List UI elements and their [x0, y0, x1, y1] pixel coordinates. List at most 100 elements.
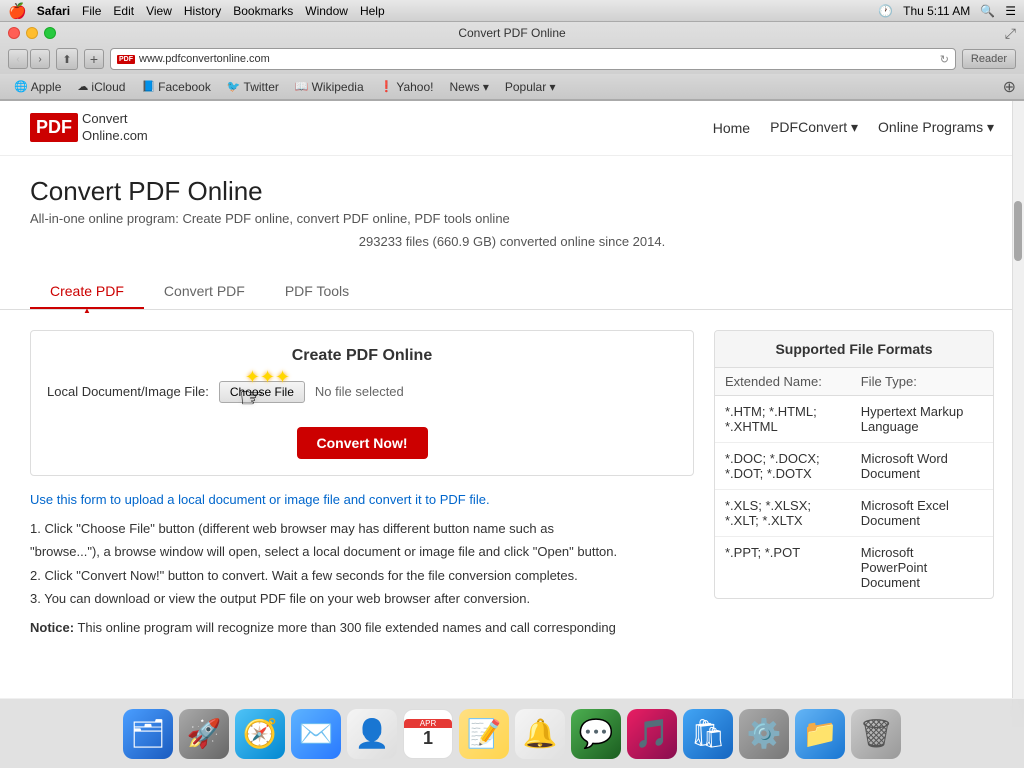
menu-bookmarks[interactable]: Bookmarks: [233, 4, 293, 18]
dock-finder[interactable]: 🗂: [123, 709, 173, 759]
menu-bar: 🍎 Safari File Edit View History Bookmark…: [0, 0, 1024, 22]
dock-calendar[interactable]: APR 1: [403, 709, 453, 759]
search-menubar-icon[interactable]: 🔍: [980, 4, 995, 18]
bookmark-yahoo-label: Yahoo!: [396, 80, 433, 94]
bookmark-apple[interactable]: 🌐 Apple: [8, 78, 67, 96]
dock-messages[interactable]: 💬: [571, 709, 621, 759]
page-title: Convert PDF Online: [30, 176, 994, 207]
file-input-row: Local Document/Image File: Choose File ✦…: [47, 381, 677, 403]
minimize-window-button[interactable]: [26, 27, 38, 39]
hero-section: Convert PDF Online All-in-one online pro…: [0, 156, 1024, 275]
address-bar[interactable]: PDF www.pdfconvertonline.com ↻: [110, 48, 956, 70]
create-pdf-section: Create PDF Online Local Document/Image F…: [30, 330, 694, 636]
step-1b: "browse..."), a browse window will open,…: [30, 540, 694, 563]
logo-line1: Convert: [82, 111, 148, 128]
table-row: *.XLS; *.XLSX; *.XLT; *.XLTX Microsoft E…: [715, 489, 993, 536]
twitter-bookmark-icon: 🐦: [227, 80, 241, 93]
share-button[interactable]: ⬆: [56, 48, 78, 70]
bookmark-icloud-label: iCloud: [91, 80, 125, 94]
bookmark-news[interactable]: News ▾: [443, 78, 494, 96]
menu-help[interactable]: Help: [360, 4, 385, 18]
menu-history[interactable]: History: [184, 4, 221, 18]
scrollbar-track[interactable]: [1012, 101, 1024, 727]
forward-button[interactable]: ›: [30, 49, 50, 69]
facebook-bookmark-icon: 📘: [141, 80, 155, 93]
bookmark-facebook[interactable]: 📘 Facebook: [135, 78, 216, 96]
close-window-button[interactable]: [8, 27, 20, 39]
notice-text: Notice: This online program will recogni…: [30, 620, 694, 635]
dock-mail[interactable]: ✉️: [291, 709, 341, 759]
new-tab-button[interactable]: +: [84, 49, 104, 69]
dock-launchpad[interactable]: 🚀: [179, 709, 229, 759]
dock-notes[interactable]: 📝: [459, 709, 509, 759]
back-button[interactable]: ‹: [8, 49, 28, 69]
nav-pdf-convert[interactable]: PDFConvert ▾: [770, 119, 858, 136]
menu-file[interactable]: File: [82, 4, 101, 18]
nav-home[interactable]: Home: [713, 120, 750, 136]
format-ext-doc: *.DOC; *.DOCX; *.DOT; *.DOTX: [715, 442, 851, 489]
address-text: www.pdfconvertonline.com: [139, 53, 270, 65]
create-pdf-box-title: Create PDF Online: [47, 347, 677, 365]
formats-header: Supported File Formats: [715, 331, 993, 368]
dock-trash[interactable]: 🗑: [851, 709, 901, 759]
tab-convert-pdf[interactable]: Convert PDF: [144, 275, 265, 309]
reader-button[interactable]: Reader: [962, 49, 1016, 69]
bookmark-wikipedia-label: Wikipedia: [312, 80, 364, 94]
nav-bar: ‹ › ⬆ + PDF www.pdfconvertonline.com ↻ R…: [0, 44, 1024, 74]
reload-button[interactable]: ↻: [940, 53, 949, 66]
create-pdf-box: Create PDF Online Local Document/Image F…: [30, 330, 694, 476]
menu-safari[interactable]: Safari: [37, 4, 70, 18]
dock-appstore[interactable]: 🛍: [683, 709, 733, 759]
bookmark-popular[interactable]: Popular ▾: [499, 78, 562, 96]
logo-pdf-badge: PDF: [30, 113, 78, 142]
bookmark-icloud[interactable]: ☁ iCloud: [71, 78, 131, 96]
browser-titlebar: Convert PDF Online ⤢: [0, 22, 1024, 44]
browser-chrome: Convert PDF Online ⤢ ‹ › ⬆ + PDF www.pdf…: [0, 22, 1024, 101]
maximize-window-button[interactable]: [44, 27, 56, 39]
apple-menu[interactable]: 🍎: [8, 2, 27, 20]
dock-system-prefs[interactable]: ⚙️: [739, 709, 789, 759]
menu-view[interactable]: View: [146, 4, 172, 18]
table-row: *.PPT; *.POT Microsoft PowerPoint Docume…: [715, 536, 993, 598]
dock-finder2[interactable]: 📁: [795, 709, 845, 759]
dock-itunes[interactable]: 🎵: [627, 709, 677, 759]
format-type-ppt: Microsoft PowerPoint Document: [851, 536, 993, 598]
dock-reminders[interactable]: 🔔: [515, 709, 565, 759]
window-controls: [8, 27, 56, 39]
bookmark-twitter[interactable]: 🐦 Twitter: [221, 78, 285, 96]
bookmark-yahoo[interactable]: ❗ Yahoo!: [374, 78, 440, 96]
scrollbar-thumb[interactable]: [1014, 201, 1022, 261]
convert-now-button[interactable]: Convert Now!: [297, 427, 428, 459]
notice-content: This online program will recognize more …: [77, 620, 615, 635]
menu-time: Thu 5:11 AM: [903, 4, 970, 18]
bookmark-twitter-label: Twitter: [244, 80, 279, 94]
choose-file-button[interactable]: Choose File: [219, 381, 305, 403]
formats-table: Extended Name: File Type: *.HTM; *.HTML;…: [715, 368, 993, 598]
yahoo-bookmark-icon: ❗: [380, 80, 394, 93]
bookmark-apple-label: Apple: [31, 80, 62, 94]
cursor-container: Choose File ✦✦✦ ☞: [219, 381, 305, 403]
dock-contacts[interactable]: 👤: [347, 709, 397, 759]
dock-safari[interactable]: 🧭: [235, 709, 285, 759]
table-row: *.DOC; *.DOCX; *.DOT; *.DOTX Microsoft W…: [715, 442, 993, 489]
apple-bookmark-icon: 🌐: [14, 80, 28, 93]
bookmark-facebook-label: Facebook: [158, 80, 211, 94]
bookmark-wikipedia[interactable]: 📖 Wikipedia: [289, 78, 370, 96]
bookmark-news-label: News ▾: [449, 80, 488, 94]
tabs-bar: Create PDF Convert PDF PDF Tools: [0, 275, 1024, 310]
tab-create-pdf[interactable]: Create PDF: [30, 275, 144, 309]
new-tab-icon[interactable]: ⊕: [1003, 77, 1016, 97]
clock-icon: 🕐: [878, 4, 893, 18]
nav-controls-right: Reader: [962, 49, 1016, 69]
site-logo: PDF Convert Online.com: [30, 111, 148, 145]
window-expand-icon[interactable]: ⤢: [1005, 25, 1016, 42]
calendar-day: 1: [423, 728, 433, 749]
menu-edit[interactable]: Edit: [113, 4, 134, 18]
nav-arrows: ‹ ›: [8, 49, 50, 69]
tab-pdf-tools[interactable]: PDF Tools: [265, 275, 369, 309]
format-ext-xls: *.XLS; *.XLSX; *.XLT; *.XLTX: [715, 489, 851, 536]
grid-icon[interactable]: ☰: [1005, 4, 1016, 18]
logo-text: Convert Online.com: [82, 111, 148, 145]
nav-online-programs[interactable]: Online Programs ▾: [878, 119, 994, 136]
menu-window[interactable]: Window: [305, 4, 348, 18]
